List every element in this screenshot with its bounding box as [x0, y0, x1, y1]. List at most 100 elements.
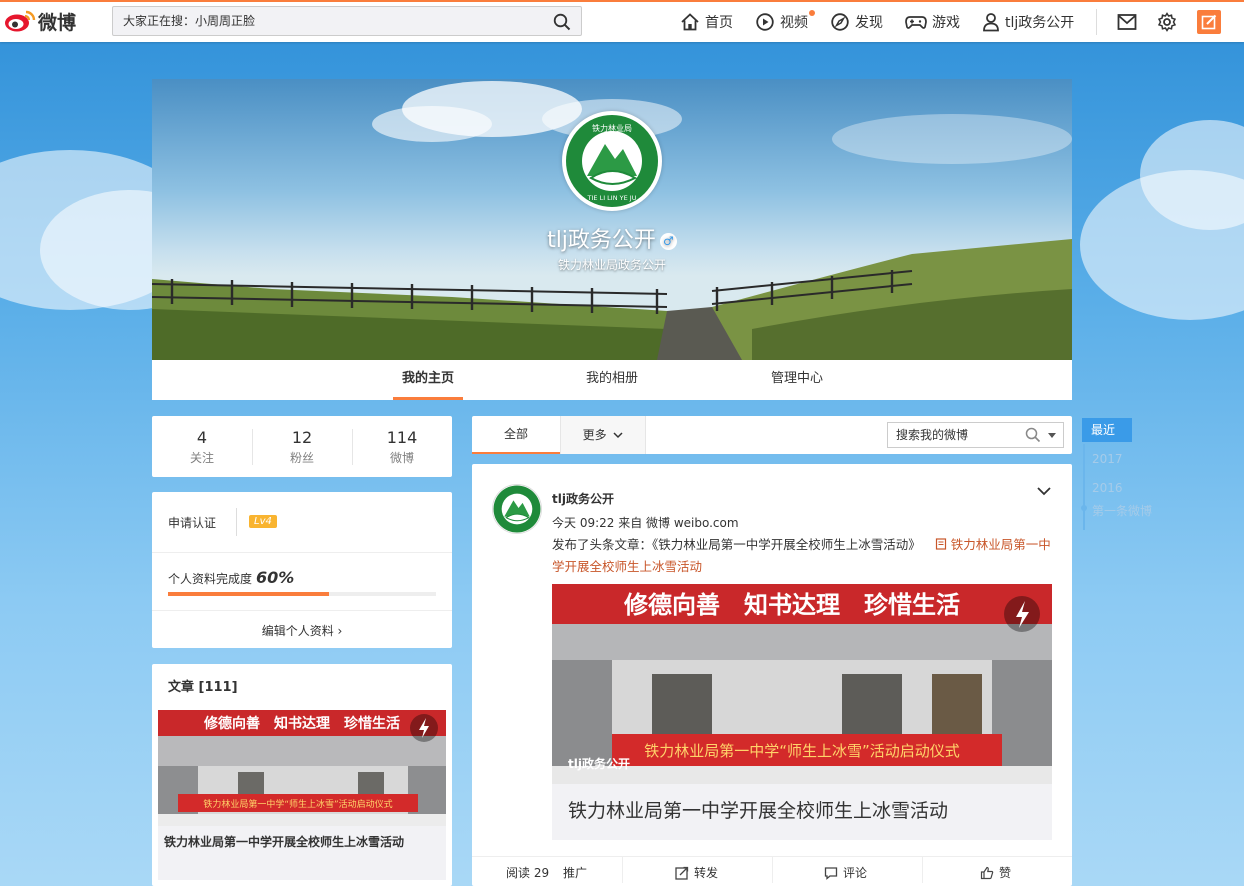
more-label: 更多: [582, 428, 607, 442]
weibo-post: tlj政务公开 今天 09:22 来自 微博 weibo.com 发布了头条文章…: [472, 464, 1072, 886]
nav-video[interactable]: 视频: [755, 10, 815, 32]
chevron-down-icon[interactable]: [1036, 486, 1052, 496]
gamepad-icon: [905, 16, 927, 29]
nav-user-label: tlj政务公开: [1005, 15, 1075, 31]
tab-home[interactable]: 我的主页: [393, 360, 463, 400]
followers-count[interactable]: 12 粉丝: [252, 416, 352, 477]
article-title[interactable]: 铁力林业局第一中学开展全校师生上冰雪活动: [158, 826, 446, 880]
following-count[interactable]: 4 关注: [152, 416, 252, 477]
profile-tabs: 我的主页 我的相册 管理中心: [152, 360, 1072, 400]
compose-icon: [1201, 14, 1217, 30]
video-icon: [756, 13, 774, 31]
post-article-image[interactable]: 修德向善 知书达理 珍惜生活 铁力林业局第一中学“师生上冰雪”活动启动仪式 tl…: [552, 584, 1052, 784]
nav-home-label: 首页: [705, 15, 733, 31]
settings-button[interactable]: [1157, 12, 1177, 32]
search-icon[interactable]: [1025, 427, 1041, 443]
post-text-prefix: 发布了头条文章：《铁力林业局第一中学开展全校师生上冰雪活动》: [552, 537, 921, 552]
profile-name: tlj政务公开 ♂: [152, 222, 1072, 254]
chevron-down-icon: [613, 432, 623, 439]
post-text: 发布了头条文章：《铁力林业局第一中学开展全校师生上冰雪活动》 铁力林业局第一中学…: [552, 534, 1052, 578]
nav-discover[interactable]: 发现: [830, 12, 883, 32]
completion-progress-bar: [168, 592, 436, 596]
home-icon: [681, 13, 699, 31]
logo-text-top: 铁力林业局: [592, 123, 632, 133]
brand-name: 微博: [38, 11, 77, 34]
nav-user[interactable]: tlj政务公开: [982, 12, 1074, 32]
completion-progress-fill: [168, 592, 329, 596]
search-icon[interactable]: [553, 13, 571, 31]
article-card-title[interactable]: 铁力林业局第一中学开展全校师生上冰雪活动: [552, 784, 1052, 840]
divider: [922, 857, 923, 883]
follow-counts-card: 4 关注 12 粉丝 114 微博: [152, 416, 452, 477]
comment-button[interactable]: 评论: [824, 864, 867, 881]
school-event-photo: 修德向善 知书达理 珍惜生活 铁力林业局第一中学“师生上冰雪”活动启动仪式: [158, 710, 446, 826]
profile-info-card: 申请认证 Lv4 个人资料完成度 60% 编辑个人资料 ›: [152, 492, 452, 648]
male-gender-icon: ♂: [659, 232, 677, 250]
timeline-dot: [1081, 505, 1087, 511]
weibo-eye-icon: [5, 10, 36, 32]
banner-bottom-text: 铁力林业局第一中学“师生上冰雪”活动启动仪式: [203, 798, 392, 810]
read-count-label: 阅读 29: [506, 866, 550, 880]
thumbs-up-icon: [980, 866, 994, 879]
apply-verification-link[interactable]: 申请认证: [168, 514, 216, 531]
article-icon: [935, 538, 946, 550]
divider: [152, 552, 452, 553]
tab-management[interactable]: 管理中心: [762, 360, 832, 400]
banner-bottom-text: 铁力林业局第一中学“师生上冰雪”活动启动仪式: [644, 742, 960, 760]
count-number: 4: [196, 428, 208, 447]
level-badge[interactable]: Lv4: [249, 515, 277, 528]
more-dropdown[interactable]: 更多: [560, 416, 646, 454]
search-input[interactable]: [113, 7, 533, 35]
feed-filter-bar: 全部 更多: [472, 416, 1072, 454]
timeline-year-2016[interactable]: 2016: [1092, 481, 1123, 495]
like-button[interactable]: 赞: [980, 864, 1011, 881]
feed-search-input[interactable]: [888, 423, 1018, 447]
forestry-bureau-logo: 铁力林业局 TIE LI LIN YE JU: [566, 115, 658, 207]
user-icon: [983, 13, 999, 32]
post-author-name[interactable]: tlj政务公开: [552, 490, 614, 507]
messages-button[interactable]: [1117, 13, 1137, 31]
profile-avatar[interactable]: 铁力林业局 TIE LI LIN YE JU: [562, 111, 662, 211]
completion-value: 60%: [256, 568, 295, 587]
forward-button[interactable]: 转发: [675, 864, 718, 881]
tab-album[interactable]: 我的相册: [577, 360, 647, 400]
new-indicator-dot: [809, 10, 815, 16]
divider: [152, 610, 452, 611]
image-watermark: tlj政务公开: [568, 756, 630, 771]
weibo-logo[interactable]: 微博: [4, 7, 76, 35]
post-author-avatar[interactable]: [492, 484, 542, 534]
read-count: 阅读 29: [506, 864, 549, 881]
banner-top-text: 修德向善 知书达理 珍惜生活: [203, 715, 400, 732]
articles-card: 文章 [111] 修德向善 知书达理 珍惜生活 铁力林业局第一中学“师生上冰雪”…: [152, 664, 452, 886]
count-number: 114: [386, 428, 418, 447]
search-box: [112, 6, 582, 36]
post-actions-bar: 阅读 29 推广 转发 评论 赞: [472, 856, 1072, 886]
divider: [236, 508, 237, 536]
banner-top-text: 修德向善 知书达理 珍惜生活: [623, 591, 960, 619]
comment-icon: [824, 866, 838, 880]
count-number: 12: [291, 428, 313, 447]
comment-label: 评论: [843, 866, 868, 880]
article-thumbnail[interactable]: 修德向善 知书达理 珍惜生活 铁力林业局第一中学“师生上冰雪”活动启动仪式: [158, 710, 446, 826]
tab-all[interactable]: 全部: [472, 416, 560, 454]
mail-icon: [1117, 14, 1137, 30]
edit-profile-link[interactable]: 编辑个人资料 ›: [152, 622, 452, 639]
forward-icon: [675, 866, 689, 880]
nav-game[interactable]: 游戏: [905, 12, 960, 32]
nav-discover-label: 发现: [855, 15, 883, 31]
like-label: 赞: [999, 866, 1012, 880]
compose-button[interactable]: [1197, 10, 1222, 34]
promote-button[interactable]: 推广: [563, 864, 587, 881]
count-label: 粉丝: [289, 451, 314, 465]
timeline-year-2017[interactable]: 2017: [1092, 452, 1123, 466]
count-label: 微博: [389, 451, 414, 465]
count-label: 关注: [189, 451, 214, 465]
promote-label: 推广: [563, 866, 588, 880]
compass-icon: [831, 13, 849, 31]
timeline-recent[interactable]: 最近: [1082, 418, 1132, 442]
timeline-first-post[interactable]: 第一条微博: [1092, 502, 1152, 519]
profile-completion: 个人资料完成度 60%: [168, 568, 294, 587]
posts-count[interactable]: 114 微博: [352, 416, 452, 477]
caret-down-icon[interactable]: [1047, 432, 1057, 440]
nav-home[interactable]: 首页: [680, 12, 733, 32]
